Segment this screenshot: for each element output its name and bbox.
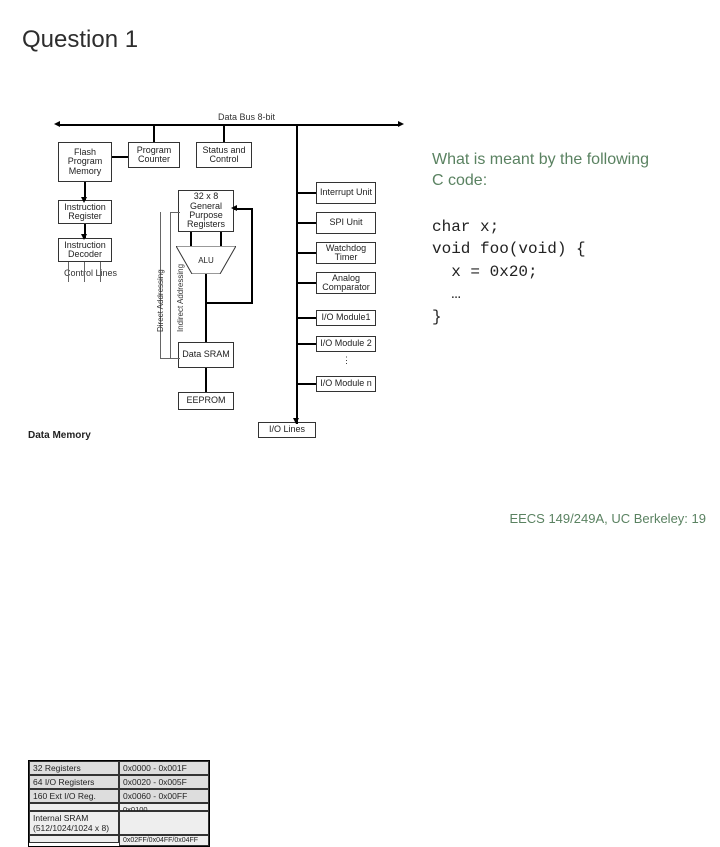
conn bbox=[251, 208, 253, 304]
regs-block: 32 x 8 General Purpose Registers bbox=[178, 190, 234, 232]
conn bbox=[190, 232, 192, 246]
ctrl-lines-label: Control Lines bbox=[64, 268, 117, 278]
block-label: Instruction Decoder bbox=[60, 241, 110, 260]
cell: 160 Ext I/O Reg. bbox=[29, 789, 119, 803]
table-row: 160 Ext I/O Reg. 0x0060 - 0x00FF bbox=[29, 789, 209, 803]
conn bbox=[153, 126, 155, 142]
cell: 0x0100 bbox=[119, 803, 209, 811]
table-row: 64 I/O Registers 0x0020 - 0x005F bbox=[29, 775, 209, 789]
iom2-block: I/O Module 2 bbox=[316, 336, 376, 352]
bus-vert bbox=[296, 124, 298, 420]
block-label: Program Counter bbox=[130, 146, 178, 165]
interrupt-block: Interrupt Unit bbox=[316, 182, 376, 204]
conn bbox=[170, 212, 180, 213]
table-row: 0x0100 bbox=[29, 803, 209, 811]
wdt-block: Watchdog Timer bbox=[316, 242, 376, 264]
block-label: EEPROM bbox=[186, 396, 225, 405]
spi-block: SPI Unit bbox=[316, 212, 376, 234]
conn bbox=[298, 222, 316, 224]
table-row: 0x02FF/0x04FF/0x04FF bbox=[29, 835, 209, 846]
block-label: SPI Unit bbox=[329, 218, 362, 227]
databus-line bbox=[60, 124, 400, 126]
cell: 0x0020 - 0x005F bbox=[119, 775, 209, 789]
conn bbox=[205, 274, 207, 342]
block-label: I/O Module1 bbox=[321, 313, 370, 322]
memory-title: Data Memory bbox=[28, 430, 91, 441]
page-title: Question 1 bbox=[22, 26, 138, 54]
cell bbox=[29, 835, 119, 843]
eeprom-block: EEPROM bbox=[178, 392, 234, 410]
arrow-icon bbox=[54, 121, 60, 127]
block-diagram: Data Bus 8-bit Flash Program Memory Inst… bbox=[28, 112, 428, 507]
conn bbox=[298, 252, 316, 254]
alu-block: ALU bbox=[176, 246, 236, 274]
cell: 64 I/O Registers bbox=[29, 775, 119, 789]
pc-block: Program Counter bbox=[128, 142, 180, 168]
ireg-block: Instruction Register bbox=[58, 200, 112, 224]
sram-block: Data SRAM bbox=[178, 342, 234, 368]
cell: 0x02FF/0x04FF/0x04FF bbox=[119, 835, 209, 846]
arrow-icon bbox=[81, 234, 87, 240]
conn bbox=[298, 317, 316, 319]
conn bbox=[298, 383, 316, 385]
status-block: Status and Control bbox=[196, 142, 252, 168]
conn bbox=[298, 192, 316, 194]
cell: 0x0060 - 0x00FF bbox=[119, 789, 209, 803]
table-row: 32 Registers 0x0000 - 0x001F bbox=[29, 761, 209, 775]
block-label: Interrupt Unit bbox=[320, 188, 372, 197]
block-label: Data SRAM bbox=[182, 350, 230, 359]
footer-text: EECS 149/249A, UC Berkeley: 19 bbox=[509, 511, 706, 526]
cell: 32 Registers bbox=[29, 761, 119, 775]
block-label: Flash Program Memory bbox=[60, 148, 110, 176]
iom1-block: I/O Module1 bbox=[316, 310, 376, 326]
arrow-icon bbox=[231, 205, 237, 211]
conn bbox=[68, 262, 69, 282]
conn bbox=[170, 212, 171, 358]
cell: Internal SRAM (512/1024/1024 x 8) bbox=[29, 811, 119, 835]
block-label: I/O Lines bbox=[269, 425, 305, 434]
iomn-block: I/O Module n bbox=[316, 376, 376, 392]
block-label: 32 x 8 General Purpose Registers bbox=[180, 192, 232, 230]
conn bbox=[220, 232, 222, 246]
indirect-addr-label: Indirect Addressing bbox=[176, 264, 185, 332]
conn bbox=[100, 262, 101, 282]
block-label: Instruction Register bbox=[60, 203, 110, 222]
slide: Question 1 What is meant by the followin… bbox=[0, 0, 720, 540]
cell bbox=[119, 811, 209, 835]
conn bbox=[205, 302, 253, 304]
cell bbox=[29, 803, 119, 811]
block-label: Status and Control bbox=[198, 146, 250, 165]
direct-addr-label: Direct Addressing bbox=[156, 269, 165, 332]
conn bbox=[112, 156, 128, 158]
conn bbox=[84, 262, 85, 282]
question-text: What is meant by the following C code: bbox=[432, 150, 652, 192]
table-row: Internal SRAM (512/1024/1024 x 8) bbox=[29, 811, 209, 835]
conn bbox=[298, 282, 316, 284]
conn bbox=[205, 368, 207, 392]
ellipsis: ⋮ bbox=[342, 355, 351, 366]
block-label: Watchdog Timer bbox=[318, 244, 374, 263]
idec-block: Instruction Decoder bbox=[58, 238, 112, 262]
code-block: char x; void foo(void) { x = 0x20; … } bbox=[432, 216, 586, 328]
cell: 0x0000 - 0x001F bbox=[119, 761, 209, 775]
comparator-block: Analog Comparator bbox=[316, 272, 376, 294]
block-label: Analog Comparator bbox=[318, 274, 374, 293]
arrow-icon bbox=[81, 197, 87, 203]
databus-label: Data Bus 8-bit bbox=[218, 112, 275, 122]
iolines-block: I/O Lines bbox=[258, 422, 316, 438]
conn bbox=[298, 343, 316, 345]
flash-block: Flash Program Memory bbox=[58, 142, 112, 182]
conn bbox=[160, 358, 180, 359]
block-label: I/O Module n bbox=[320, 379, 372, 388]
arrow-icon bbox=[293, 418, 299, 424]
block-label: ALU bbox=[176, 256, 236, 265]
conn bbox=[223, 126, 225, 142]
data-memory-table: Data Memory 32 Registers 0x0000 - 0x001F… bbox=[28, 430, 91, 443]
arrow-icon bbox=[398, 121, 404, 127]
block-label: I/O Module 2 bbox=[320, 339, 372, 348]
